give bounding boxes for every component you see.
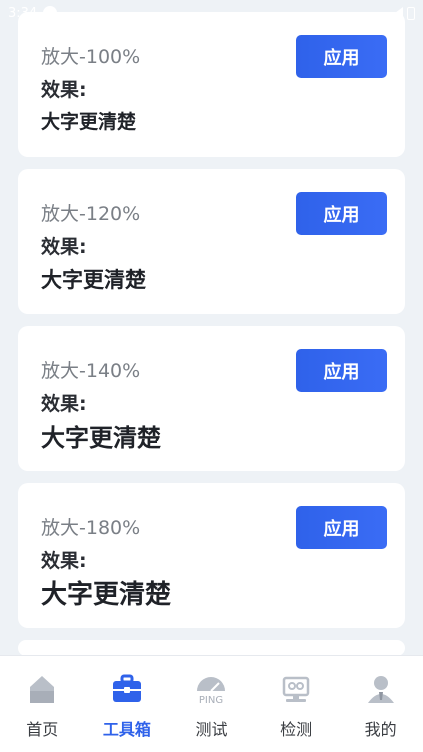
tab-toolbox[interactable]: 工具箱 <box>92 672 162 752</box>
tab-check[interactable]: 检测 <box>261 672 331 752</box>
home-icon <box>25 672 59 706</box>
status-time: 3:34 <box>8 5 38 21</box>
effect-label: 效果: <box>41 79 87 101</box>
apply-button[interactable]: 应用 <box>296 506 387 549</box>
zoom-card-120: 放大-120% 效果: 大字更清楚 应用 <box>18 169 405 314</box>
apply-button[interactable]: 应用 <box>296 35 387 78</box>
apply-button[interactable]: 应用 <box>296 349 387 392</box>
notification-icon <box>43 6 58 20</box>
sample-text: 大字更清楚 <box>41 111 137 133</box>
apply-button[interactable]: 应用 <box>296 192 387 235</box>
battery-icon <box>407 6 415 20</box>
tab-label: 检测 <box>280 720 313 739</box>
tab-test[interactable]: PING 测试 <box>176 672 246 752</box>
sample-text: 大字更清楚 <box>41 268 146 292</box>
status-bar: 3:34 <box>0 0 423 26</box>
tab-label: 测试 <box>195 720 228 739</box>
effect-label: 效果: <box>41 550 87 572</box>
ping-icon-text: PING <box>199 695 223 705</box>
status-left: 3:34 <box>8 5 58 21</box>
tab-profile[interactable]: 我的 <box>346 672 416 752</box>
zoom-card-partial <box>18 640 405 656</box>
tab-label: 首页 <box>26 720 59 739</box>
zoom-card-180: 放大-180% 效果: 大字更清楚 应用 <box>18 483 405 628</box>
sample-text: 大字更清楚 <box>41 580 172 610</box>
profile-icon <box>364 672 398 706</box>
zoom-option-list: 放大-100% 效果: 大字更清楚 应用 放大-120% 效果: 大字更清楚 应… <box>18 12 405 656</box>
effect-label: 效果: <box>41 236 87 258</box>
zoom-title: 放大-140% <box>41 360 141 382</box>
tab-label: 工具箱 <box>102 720 151 739</box>
zoom-title: 放大-180% <box>41 517 141 539</box>
sample-text: 大字更清楚 <box>41 424 161 452</box>
ping-icon: PING <box>194 672 228 706</box>
toolbox-icon <box>110 672 144 706</box>
zoom-card-140: 放大-140% 效果: 大字更清楚 应用 <box>18 326 405 471</box>
zoom-title: 放大-120% <box>41 203 141 225</box>
bottom-tab-bar: 首页 工具箱 PING 测试 检测 我的 <box>0 655 423 752</box>
status-right <box>387 6 415 20</box>
effect-label: 效果: <box>41 393 87 415</box>
monitor-icon <box>279 672 313 706</box>
tab-home[interactable]: 首页 <box>7 672 77 752</box>
zoom-title: 放大-100% <box>41 46 141 68</box>
tab-label: 我的 <box>364 720 397 739</box>
signal-icon <box>387 7 403 19</box>
zoom-card-100: 放大-100% 效果: 大字更清楚 应用 <box>18 12 405 157</box>
